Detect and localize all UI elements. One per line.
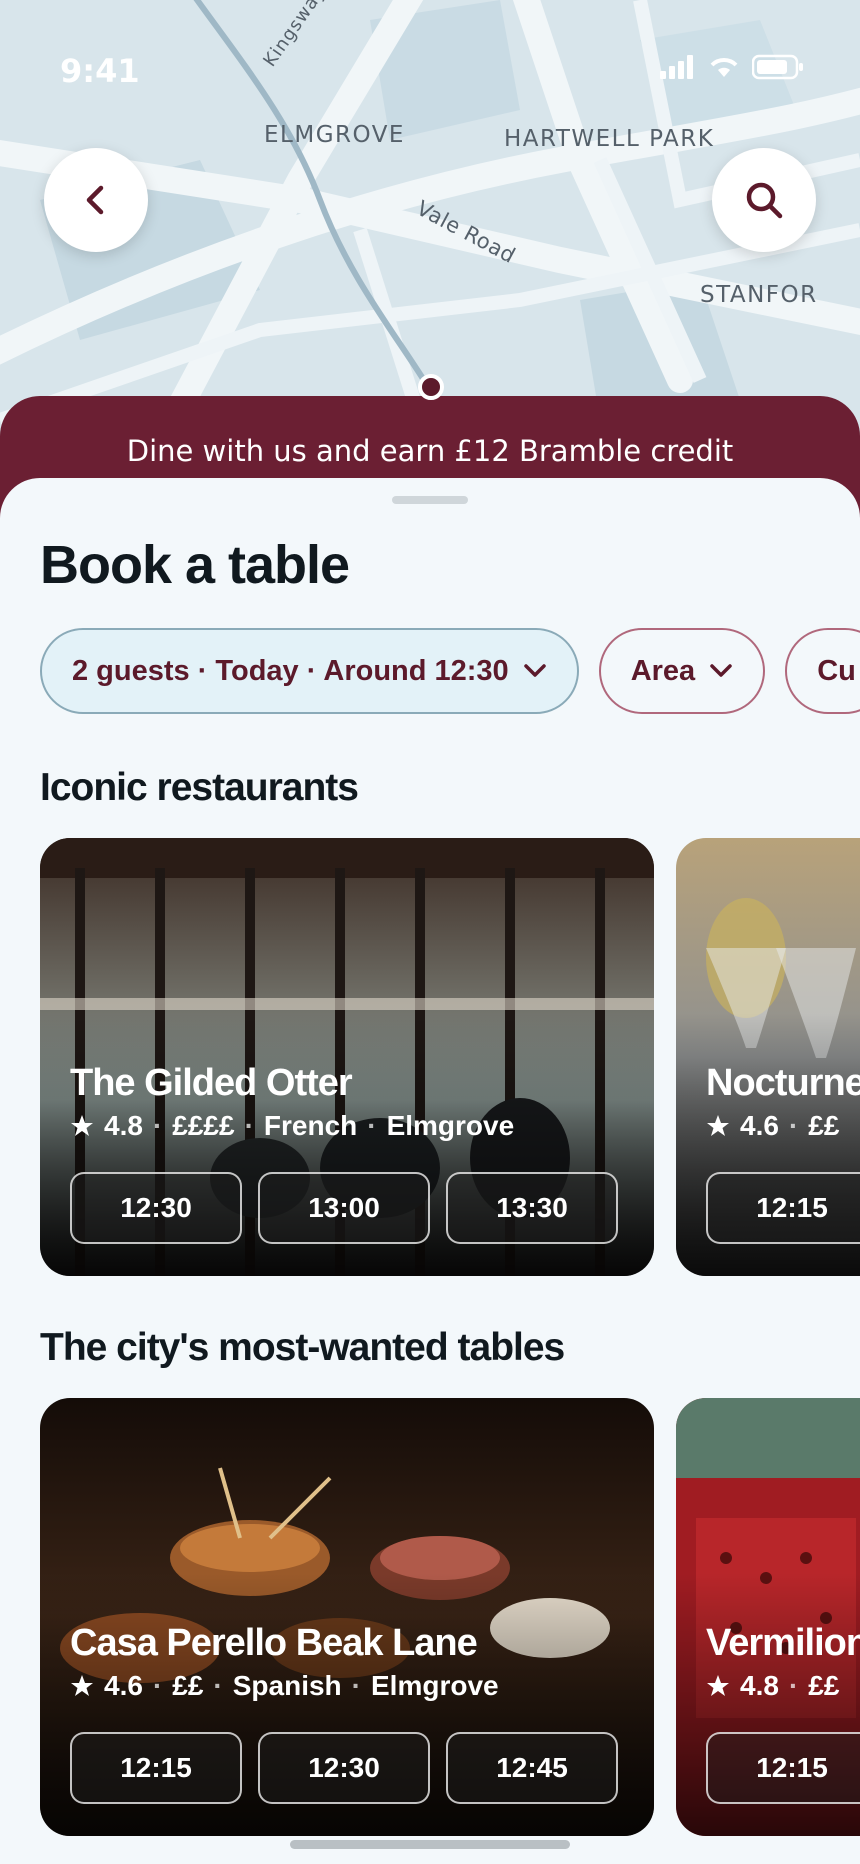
bottom-sheet: Book a table 2 guests · Today · Around 1… — [0, 478, 860, 1864]
restaurant-name: The Gilded Otter — [70, 1062, 353, 1104]
restaurant-area: Elmgrove — [386, 1110, 515, 1141]
party-filter-chip[interactable]: 2 guests · Today · Around 12:30 — [40, 628, 579, 714]
restaurant-meta: 4.8 · ££££ · French · Elmgrove — [70, 1110, 514, 1142]
time-slot-button[interactable]: 12:15 — [706, 1732, 860, 1804]
time-slots: 12:15 12:30 12:45 — [70, 1732, 618, 1804]
restaurant-rating: 4.8 — [104, 1110, 143, 1141]
time-slots: 12:15 — [706, 1172, 860, 1244]
section-title-most-wanted: The city's most-wanted tables — [40, 1326, 565, 1369]
sheet-drag-handle[interactable] — [392, 496, 468, 504]
restaurant-rating: 4.6 — [104, 1670, 143, 1701]
filter-bar: 2 guests · Today · Around 12:30 Area Cu — [40, 628, 860, 714]
restaurant-name: Casa Perello Beak Lane — [70, 1622, 478, 1664]
time-slots: 12:15 — [706, 1732, 860, 1804]
restaurant-card[interactable]: Nocturne 4.6 · ££ 12:15 — [676, 838, 860, 1276]
search-button[interactable] — [712, 148, 816, 252]
area-filter-chip[interactable]: Area — [598, 628, 766, 714]
map-label-stanfor: STANFOR — [700, 282, 818, 308]
time-slot-button[interactable]: 12:45 — [446, 1732, 618, 1804]
restaurant-price: ££ — [808, 1110, 840, 1141]
restaurant-cuisine: Spanish — [232, 1670, 342, 1701]
cuisine-filter-chip[interactable]: Cu — [785, 628, 860, 714]
restaurant-price: ££ — [808, 1670, 840, 1701]
restaurant-cuisine: French — [263, 1110, 358, 1141]
area-filter-label: Area — [630, 654, 696, 687]
restaurant-meta: 4.6 · ££ — [706, 1110, 839, 1142]
chevron-left-icon — [86, 185, 104, 215]
meta-separator: · — [244, 1110, 254, 1141]
status-time: 9:41 — [60, 52, 140, 90]
restaurant-meta: 4.6 · ££ · Spanish · Elmgrove — [70, 1670, 499, 1702]
meta-separator: · — [351, 1670, 361, 1701]
restaurant-rating: 4.6 — [740, 1110, 779, 1141]
map-label-hartwell: HARTWELL PARK — [504, 126, 715, 152]
time-slot-button[interactable]: 12:15 — [70, 1732, 242, 1804]
star-icon — [71, 1115, 93, 1136]
restaurant-name: Nocturne — [706, 1062, 860, 1104]
promo-banner-text: Dine with us and earn £12 Bramble credit — [126, 434, 734, 468]
time-slot-button[interactable]: 12:15 — [706, 1172, 860, 1244]
chevron-down-icon — [523, 664, 546, 677]
time-slots: 12:30 13:00 13:30 — [70, 1172, 618, 1244]
meta-separator: · — [213, 1670, 223, 1701]
restaurant-price: ££ — [172, 1670, 204, 1701]
cuisine-filter-label: Cu — [817, 654, 856, 687]
restaurant-card[interactable]: Casa Perello Beak Lane 4.6 · ££ · Spanis… — [40, 1398, 654, 1836]
status-icons — [660, 54, 804, 80]
restaurant-card[interactable]: Vermilion 4.8 · ££ 12:15 — [676, 1398, 860, 1836]
star-icon — [707, 1675, 729, 1696]
time-slot-button[interactable]: 12:30 — [70, 1172, 242, 1244]
meta-separator: · — [152, 1110, 163, 1141]
map-label-elmgrove: ELMGROVE — [264, 122, 405, 148]
battery-icon — [752, 54, 803, 80]
meta-separator: · — [152, 1670, 163, 1701]
time-slot-button[interactable]: 12:30 — [258, 1732, 430, 1804]
home-indicator[interactable] — [290, 1840, 570, 1849]
page-title: Book a table — [40, 535, 350, 595]
section-title-iconic: Iconic restaurants — [40, 766, 359, 809]
restaurant-meta: 4.8 · ££ — [706, 1670, 839, 1702]
signal-icon — [660, 55, 693, 79]
meta-separator: · — [367, 1110, 377, 1141]
back-button[interactable] — [44, 148, 148, 252]
star-icon — [71, 1675, 93, 1696]
meta-separator: · — [788, 1110, 799, 1141]
search-icon — [746, 182, 783, 219]
map-pin[interactable] — [418, 374, 444, 400]
time-slot-button[interactable]: 13:00 — [258, 1172, 430, 1244]
restaurant-rating: 4.8 — [740, 1670, 779, 1701]
star-icon — [707, 1115, 729, 1136]
meta-separator: · — [788, 1670, 799, 1701]
chevron-down-icon — [710, 664, 732, 677]
time-slot-button[interactable]: 13:30 — [446, 1172, 618, 1244]
restaurant-card[interactable]: The Gilded Otter 4.8 · ££££ · French · E… — [40, 838, 654, 1276]
party-filter-label: 2 guests · Today · Around 12:30 — [72, 654, 509, 687]
restaurant-name: Vermilion — [706, 1622, 860, 1664]
restaurant-price: ££££ — [172, 1110, 235, 1141]
wifi-icon — [710, 58, 738, 77]
restaurant-area: Elmgrove — [371, 1670, 499, 1701]
